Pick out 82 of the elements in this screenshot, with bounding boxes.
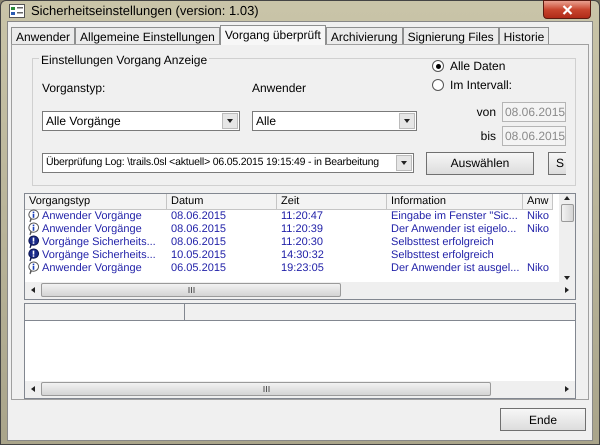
dropdown[interactable]: Überprüfung Log: \trails.0sl <aktuell> 06.05.2015 19:15:49 - in Bearbeitung (42, 153, 414, 173)
column-header[interactable] (25, 304, 185, 320)
table-cell-text: 11:20:30 (280, 236, 324, 248)
window-title: Sicherheitseinstellungen (version: 1.03) (31, 2, 259, 20)
dropdown-button[interactable] (222, 112, 238, 128)
table-cell-text: Selbsttest erfolgreich (390, 236, 494, 248)
column-header[interactable]: Information (387, 194, 523, 210)
dropdown-button[interactable] (399, 112, 415, 128)
dropdown-button[interactable] (396, 155, 412, 171)
grip-icon (262, 386, 270, 392)
table-cell-text: Niko (526, 222, 550, 236)
table-cell-text: Niko (526, 262, 550, 274)
table-cell-text: 11:20:39 (280, 222, 324, 236)
table-cell-text: 10.05.2015 (170, 248, 226, 262)
table-cell-text: Eingabe im Fenster "Sic... (390, 210, 518, 222)
table-cell-text: Vorgänge Sicherheits... (41, 236, 156, 248)
tab[interactable]: Vorgang überprüft (220, 24, 326, 44)
table-cell-text: Anwender Vorgänge (41, 222, 142, 236)
column-header[interactable]: Datum (167, 194, 277, 210)
tab[interactable]: Historie (498, 26, 550, 44)
scrollbar-thumb[interactable] (41, 382, 491, 396)
dropdown[interactable]: Alle Vorgänge (42, 110, 240, 130)
radio-label: Im Intervall: (450, 77, 512, 94)
table-cell-text: Der Anwender ist eigelo... (390, 222, 516, 236)
end-button[interactable]: Ende (500, 408, 586, 431)
dropdown-arrow-icon (400, 159, 408, 167)
scroll-arrow-icon (563, 286, 571, 294)
dropdown-value: Alle Vorgänge (45, 112, 122, 130)
scroll-arrow-icon (563, 194, 571, 202)
table-cell-text: Anwender Vorgänge (41, 210, 142, 222)
dropdown-value: Alle (255, 112, 278, 130)
table-cell-text: 11:20:47 (280, 210, 324, 222)
column-header[interactable]: Zeit (277, 194, 387, 210)
dropdown-arrow-icon (403, 116, 411, 124)
field-label: Anwender (252, 80, 308, 94)
field-label: von (476, 104, 496, 120)
table-cell-text: 06.05.2015 (170, 262, 226, 274)
close-icon (562, 4, 572, 14)
table-cell-text: 19:23:05 (280, 262, 324, 274)
table-cell-text: Vorgänge Sicherheits... (41, 248, 156, 262)
scroll-arrow-icon (563, 385, 571, 393)
table-cell-text: Niko (526, 210, 550, 222)
radio-button[interactable] (432, 60, 444, 72)
radio-label: Alle Daten (450, 58, 506, 75)
info-icon (27, 261, 40, 275)
alert-icon (27, 248, 40, 262)
action-button[interactable]: Auswählen (426, 152, 534, 174)
tab[interactable]: Anwender (11, 26, 76, 44)
app-icon (9, 4, 25, 18)
dropdown-value: Überprüfung Log: \trails.0sl <aktuell> 06.05.2015 19:15:49 - in Bearbeitung (45, 155, 380, 170)
table-cell-text: Der Anwender ist ausgel... (390, 262, 520, 274)
field-label: Vorganstyp: (42, 80, 106, 94)
scroll-arrow-icon (29, 385, 37, 393)
horizontal-scrollbar[interactable] (25, 380, 575, 398)
scrollbar-thumb[interactable] (41, 283, 341, 297)
tab[interactable]: Signierung Files (402, 26, 499, 44)
scrollbar-thumb[interactable] (560, 204, 574, 222)
horizontal-scrollbar[interactable] (25, 282, 575, 298)
vertical-scrollbar[interactable] (559, 194, 575, 282)
column-header[interactable] (185, 304, 575, 320)
info-icon (27, 209, 40, 223)
dropdown[interactable]: Alle (252, 110, 417, 130)
close-button[interactable] (543, 0, 591, 19)
table-cell-text: 08.06.2015 (170, 210, 226, 222)
table-cell-text: 08.06.2015 (170, 236, 226, 248)
tab[interactable]: Allgemeine Einstellungen (75, 26, 220, 44)
radio-button[interactable] (432, 79, 444, 91)
action-button[interactable]: S (548, 152, 566, 174)
grip-icon (188, 287, 194, 293)
alert-icon (27, 235, 40, 249)
table-cell-text: Anwender Vorgänge (41, 262, 142, 274)
dropdown-arrow-icon (226, 116, 234, 124)
scroll-arrow-icon (29, 286, 37, 294)
table-cell-text: 08.06.2015 (170, 222, 226, 236)
dropdown-arrow-icon (563, 274, 571, 282)
table-cell-text: Selbsttest erfolgreich (390, 248, 494, 262)
tab[interactable]: Archivierung (326, 26, 403, 44)
column-header[interactable]: Vorgangstyp (25, 194, 167, 210)
info-icon (27, 222, 40, 236)
field-label: bis (480, 128, 496, 144)
table-cell-text: 14:30:32 (280, 248, 324, 262)
column-header[interactable]: Anw (523, 194, 553, 210)
